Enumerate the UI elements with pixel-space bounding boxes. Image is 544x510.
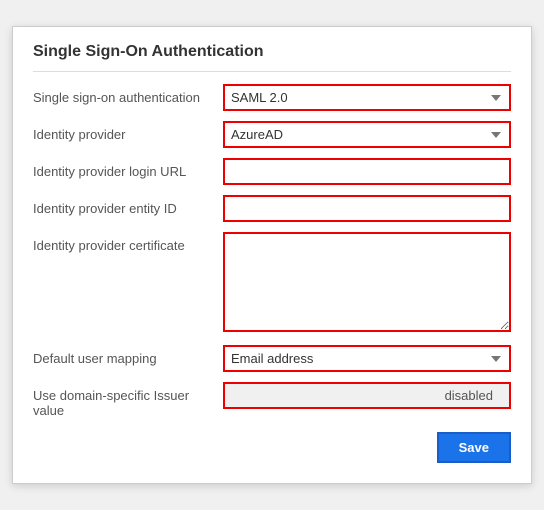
user-mapping-select[interactable]: Email address Username: [223, 345, 511, 372]
save-button[interactable]: Save: [437, 432, 511, 463]
entity-id-input[interactable]: [223, 195, 511, 222]
login-url-row: Identity provider login URL: [33, 158, 511, 185]
sso-auth-control: SAML 2.0 OAuth None: [223, 84, 511, 111]
certificate-textarea[interactable]: [223, 232, 511, 332]
login-url-label: Identity provider login URL: [33, 158, 223, 179]
dialog-footer: Save: [33, 432, 511, 463]
user-mapping-row: Default user mapping Email address Usern…: [33, 345, 511, 372]
certificate-control: [223, 232, 511, 335]
identity-provider-control: AzureAD Okta OneLogin: [223, 121, 511, 148]
certificate-label: Identity provider certificate: [33, 232, 223, 253]
identity-provider-select[interactable]: AzureAD Okta OneLogin: [223, 121, 511, 148]
domain-issuer-toggle[interactable]: disabled: [223, 382, 511, 409]
certificate-row: Identity provider certificate: [33, 232, 511, 335]
sso-auth-row: Single sign-on authentication SAML 2.0 O…: [33, 84, 511, 111]
domain-issuer-control: disabled: [223, 382, 511, 409]
user-mapping-control: Email address Username: [223, 345, 511, 372]
entity-id-control: [223, 195, 511, 222]
domain-issuer-label: Use domain-specific Issuer value: [33, 382, 223, 418]
identity-provider-label: Identity provider: [33, 121, 223, 142]
login-url-input[interactable]: [223, 158, 511, 185]
domain-issuer-row: Use domain-specific Issuer value disable…: [33, 382, 511, 418]
sso-auth-label: Single sign-on authentication: [33, 84, 223, 105]
dialog: Single Sign-On Authentication Single sig…: [12, 26, 532, 484]
user-mapping-label: Default user mapping: [33, 345, 223, 366]
login-url-control: [223, 158, 511, 185]
identity-provider-row: Identity provider AzureAD Okta OneLogin: [33, 121, 511, 148]
dialog-title: Single Sign-On Authentication: [33, 43, 511, 72]
entity-id-row: Identity provider entity ID: [33, 195, 511, 222]
entity-id-label: Identity provider entity ID: [33, 195, 223, 216]
sso-auth-select[interactable]: SAML 2.0 OAuth None: [223, 84, 511, 111]
